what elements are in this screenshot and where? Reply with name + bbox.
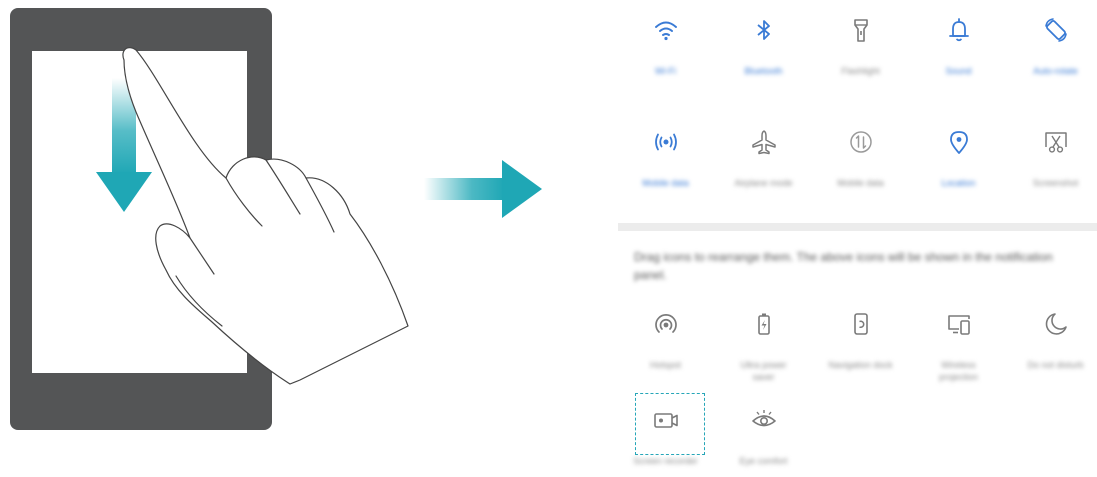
bell-icon bbox=[949, 18, 969, 42]
flashlight-label: Flashlight bbox=[841, 66, 880, 76]
wireless-projection-label: Wireless bbox=[941, 360, 976, 370]
screenshot-switch[interactable]: Screenshot bbox=[1007, 112, 1097, 192]
auto-rotate-label: Auto-rotate bbox=[1033, 66, 1078, 76]
switch-row-2: Mobile data Airplane mode Mobile data Lo… bbox=[610, 112, 1097, 192]
rearrange-hint-text: Drag icons to rearrange them. The above … bbox=[634, 250, 1053, 282]
data-transfer-label: Mobile data bbox=[837, 178, 884, 188]
hotspot-label: Hotspot bbox=[649, 360, 682, 370]
switch-row-1: Wi-Fi Bluetooth Flashlight Sound Auto-ro… bbox=[610, 0, 1097, 80]
wifi-switch[interactable]: Wi-Fi bbox=[617, 0, 714, 80]
screenshot-icon bbox=[1045, 132, 1067, 153]
switch-row-3: Hotspot Ultra power saver Navigation doc… bbox=[610, 294, 1097, 382]
location-label: Location bbox=[941, 178, 976, 188]
location-icon bbox=[950, 131, 968, 154]
bluetooth-label: Bluetooth bbox=[744, 66, 783, 76]
airplane-mode-switch[interactable]: Airplane mode bbox=[715, 112, 812, 192]
wifi-icon bbox=[655, 21, 677, 41]
wireless-projection-icon bbox=[948, 315, 970, 335]
data-transfer-switch[interactable]: Mobile data bbox=[812, 112, 909, 192]
battery-saver-switch[interactable]: Ultra power saver bbox=[715, 294, 812, 382]
navigation-dock-label: Navigation dock bbox=[828, 360, 893, 370]
hotspot-switch[interactable]: Hotspot bbox=[617, 294, 714, 374]
wireless-projection-switch[interactable]: Wireless projection bbox=[910, 294, 1007, 382]
section-divider bbox=[618, 223, 1097, 231]
eye-comfort-switch[interactable]: Eye comfort bbox=[715, 390, 812, 470]
auto-rotate-icon bbox=[1045, 18, 1067, 42]
battery-saver-label-line2: saver bbox=[752, 372, 775, 382]
sound-switch[interactable]: Sound bbox=[910, 0, 1007, 80]
hand-icon bbox=[122, 47, 409, 385]
auto-rotate-switch[interactable]: Auto-rotate bbox=[1007, 0, 1097, 80]
screenshot-label: Screenshot bbox=[1032, 178, 1079, 188]
airplane-mode-label: Airplane mode bbox=[734, 178, 793, 188]
eye-comfort-label: Eye comfort bbox=[739, 456, 788, 466]
screen-recorder-label: Screen recorder bbox=[633, 456, 698, 466]
battery-saver-icon bbox=[758, 313, 770, 335]
airplane-icon bbox=[752, 130, 776, 155]
navigation-dock-icon bbox=[854, 313, 868, 335]
bluetooth-switch[interactable]: Bluetooth bbox=[715, 0, 812, 80]
eye-comfort-icon bbox=[752, 410, 776, 427]
bluetooth-icon bbox=[757, 20, 770, 40]
mobile-data-switch[interactable]: Mobile data bbox=[617, 112, 714, 192]
flashlight-icon bbox=[854, 19, 868, 42]
do-not-disturb-switch[interactable]: Do not disturb bbox=[1007, 294, 1097, 374]
mobile-data-icon bbox=[655, 133, 677, 151]
battery-saver-label: Ultra power bbox=[740, 360, 787, 370]
do-not-disturb-label: Do not disturb bbox=[1027, 360, 1084, 370]
arrow-right-icon bbox=[424, 160, 542, 218]
wireless-projection-label-line2: projection bbox=[938, 372, 979, 382]
swipe-gesture-illustration bbox=[96, 47, 542, 385]
navigation-dock-switch[interactable]: Navigation dock bbox=[812, 294, 909, 374]
quick-settings-panel: Wi-Fi Bluetooth Flashlight Sound Auto-ro… bbox=[610, 0, 1097, 477]
sound-label: Sound bbox=[945, 66, 972, 76]
location-switch[interactable]: Location bbox=[910, 112, 1007, 192]
moon-icon bbox=[1045, 313, 1067, 335]
wifi-label: Wi-Fi bbox=[655, 66, 676, 76]
hotspot-icon bbox=[655, 314, 677, 333]
mobile-data-label: Mobile data bbox=[642, 178, 689, 188]
screen-recorder-highlight bbox=[635, 393, 705, 455]
flashlight-switch[interactable]: Flashlight bbox=[812, 0, 909, 80]
data-transfer-icon bbox=[850, 131, 872, 153]
